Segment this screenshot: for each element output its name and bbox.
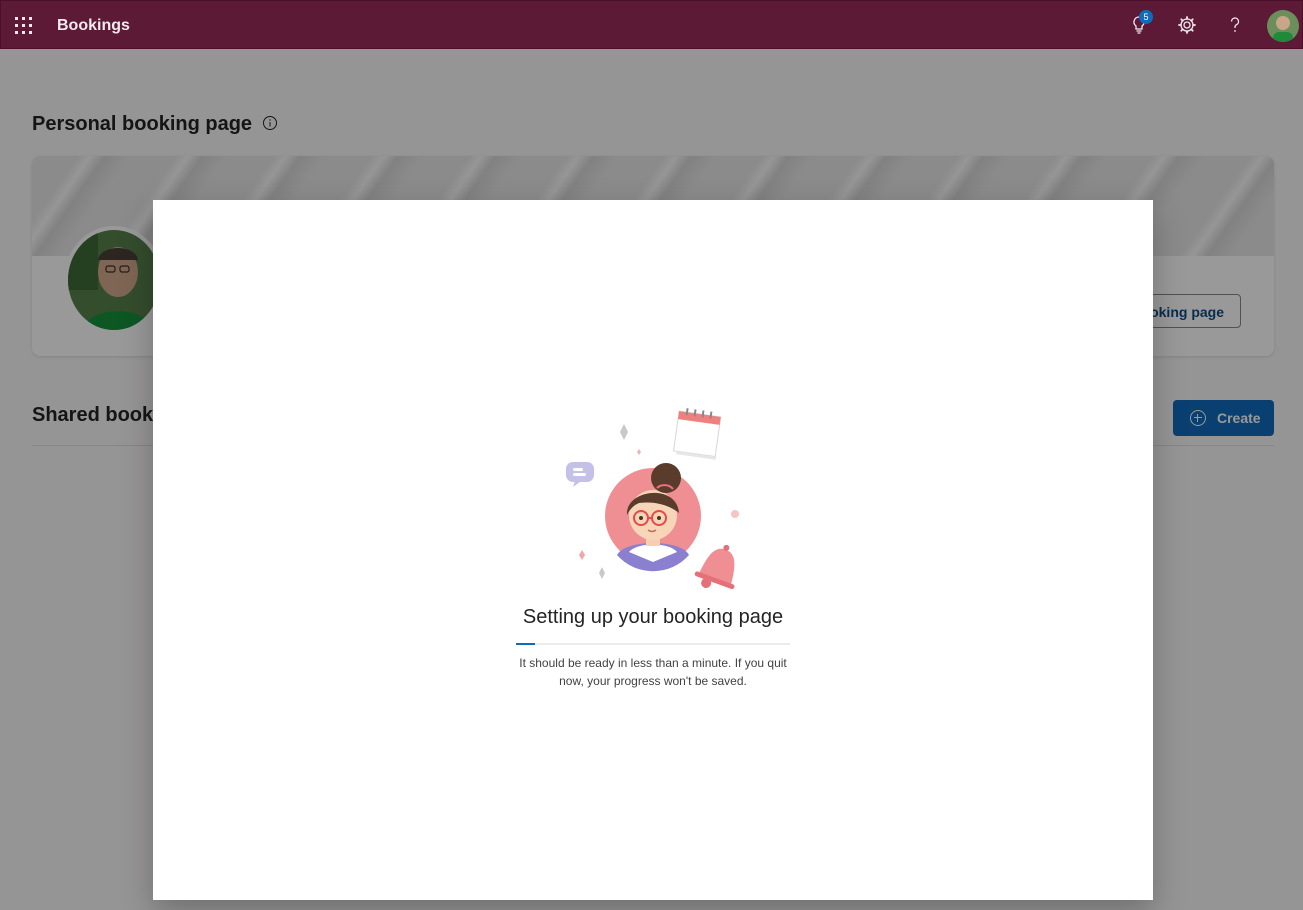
dialog-description: It should be ready in less than a minute… [519, 656, 787, 688]
dialog-title: Setting up your booking page [522, 606, 784, 628]
app-title[interactable]: Bookings [57, 17, 130, 35]
help-icon[interactable] [1223, 13, 1247, 37]
setup-progress-bar [516, 643, 790, 645]
app-launcher-icon[interactable] [15, 17, 33, 35]
calendar-icon [673, 408, 722, 460]
chat-bubble-icon [566, 462, 594, 487]
top-bar: Bookings 5 [0, 0, 1303, 49]
gear-icon[interactable] [1175, 13, 1199, 37]
booking-setup-illustration [566, 408, 739, 590]
user-avatar[interactable] [1267, 10, 1299, 42]
woman-avatar-icon [605, 463, 701, 572]
setup-progress-fill [516, 643, 536, 645]
bell-icon [694, 544, 735, 590]
notification-badge: 5 [1139, 10, 1153, 24]
setup-dialog: Setting up your booking page It should b… [153, 200, 1153, 900]
